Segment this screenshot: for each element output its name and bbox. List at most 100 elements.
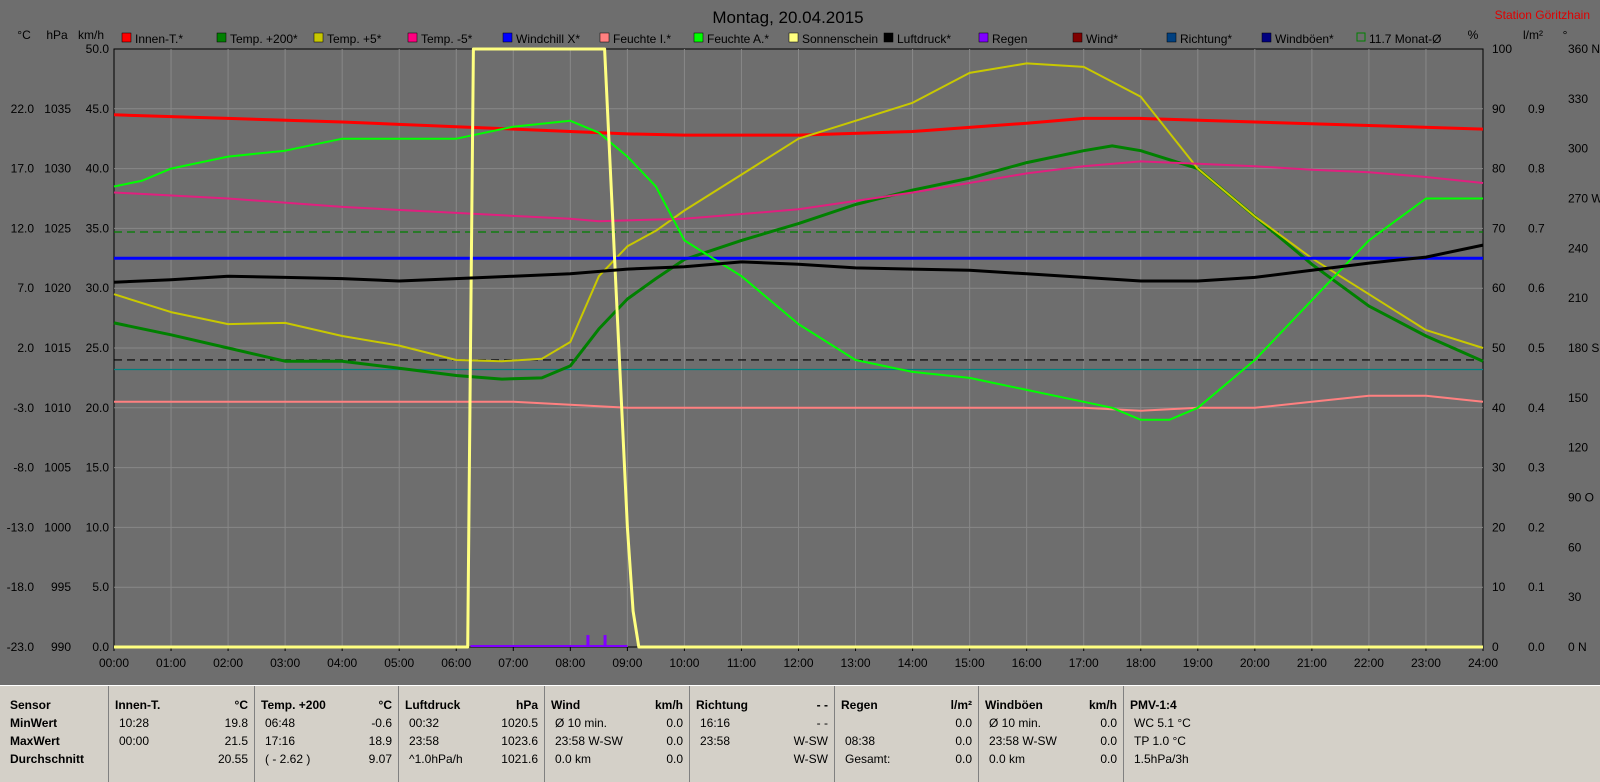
stats-value: 20.55 xyxy=(217,752,248,766)
stats-value: 1020.5 xyxy=(501,716,538,730)
stats-value-row: 20.55 xyxy=(115,750,248,768)
percent-tick-label: 60 xyxy=(1492,281,1506,295)
x-tick-label: 15:00 xyxy=(955,656,985,670)
stats-value-row: 00:00 21.5 xyxy=(115,732,248,750)
stats-value: 19.8 xyxy=(224,716,248,730)
stats-value: 21.5 xyxy=(224,734,248,748)
rain-bar xyxy=(603,635,607,647)
legend-swatch xyxy=(978,32,989,43)
stats-label-sensor: Sensor xyxy=(10,698,51,712)
stats-row-labels: Sensor MinWert MaxWert Durchschnitt xyxy=(0,686,108,782)
stats-column-header: Windböen km/h xyxy=(985,696,1117,714)
x-tick-label: 03:00 xyxy=(270,656,300,670)
stats-value: 18.9 xyxy=(368,734,392,748)
stats-column-regen: Regen l/m² 0.0 08:38 0.0 Gesamt: 0.0 xyxy=(834,686,978,782)
stats-value-label: 16:16 xyxy=(700,716,731,730)
stats-value: 0.0 xyxy=(1100,752,1117,766)
stats-column-windb-en: Windböen km/h Ø 10 min. 0.0 23:58 W-SW 0.0 0.0… xyxy=(978,686,1123,782)
stats-value: 1023.6 xyxy=(501,734,538,748)
stats-value: W-SW xyxy=(793,734,828,748)
percent-tick-label: 40 xyxy=(1492,401,1506,415)
percent-tick-label: 20 xyxy=(1492,520,1506,534)
stats-value-row: TP 1.0 °C xyxy=(1130,732,1267,750)
stats-value-label: 0.0 km xyxy=(555,752,592,766)
temp-tick-label: -13.0 xyxy=(7,520,35,534)
temp-tick-label: -3.0 xyxy=(13,401,34,415)
pressure-tick-label: 1025 xyxy=(44,221,71,235)
pressure-tick-label: 1030 xyxy=(44,162,71,176)
stats-value-row: W-SW xyxy=(696,750,828,768)
stats-value-label: Gesamt: xyxy=(845,752,891,766)
temp-tick-label: 7.0 xyxy=(17,281,34,295)
legend-swatch xyxy=(407,32,418,43)
x-tick-label: 05:00 xyxy=(384,656,414,670)
stats-value: 0.0 xyxy=(666,752,683,766)
rain-tick-label: 0.9 xyxy=(1528,102,1545,116)
stats-value-row: 23:58 W-SW xyxy=(696,732,828,750)
stats-column-unit: hPa xyxy=(515,698,538,712)
weather-chart: Montag, 20.04.2015 Station Göritzhain °C… xyxy=(0,0,1600,685)
stats-column-title: Richtung xyxy=(696,698,748,712)
stats-value-row: 0.0 xyxy=(841,714,972,732)
pressure-tick-label: 1000 xyxy=(44,520,71,534)
stats-value: - - xyxy=(816,716,828,730)
stats-value-row: 0.0 km 0.0 xyxy=(985,750,1117,768)
x-tick-label: 11:00 xyxy=(727,656,756,670)
legend-swatch xyxy=(693,32,704,43)
stats-value-label: 06:48 xyxy=(265,716,296,730)
stats-value-label: 23:58 xyxy=(409,734,440,748)
unit-percent: % xyxy=(1468,28,1479,42)
x-tick-label: 19:00 xyxy=(1183,656,1213,670)
pressure-tick-label: 1020 xyxy=(44,281,71,295)
speed-tick-label: 50.0 xyxy=(86,42,110,56)
legend-swatch xyxy=(883,32,894,43)
stats-column-unit: km/h xyxy=(1088,698,1117,712)
percent-tick-label: 50 xyxy=(1492,341,1506,355)
temp-tick-label: 12.0 xyxy=(11,221,35,235)
rain-tick-label: 0.7 xyxy=(1528,221,1545,235)
legend-swatch xyxy=(1166,32,1177,43)
percent-tick-label: 100 xyxy=(1492,42,1512,56)
stats-value-row: ( - 2.62 ) 9.07 xyxy=(261,750,392,768)
direction-tick-label: 180 S xyxy=(1568,341,1599,355)
stats-value: 0.0 xyxy=(666,734,683,748)
stats-column-header: Temp. +200 °C xyxy=(261,696,392,714)
legend-label: Wind* xyxy=(1086,32,1118,46)
unit-kmh: km/h xyxy=(78,28,104,42)
x-tick-label: 21:00 xyxy=(1297,656,1327,670)
legend-label: Temp. +5* xyxy=(327,32,382,46)
legend-swatch xyxy=(216,32,227,43)
station-name: Station Göritzhain xyxy=(1495,8,1590,22)
speed-tick-label: 20.0 xyxy=(86,401,110,415)
direction-tick-label: 60 xyxy=(1568,540,1582,554)
x-tick-label: 22:00 xyxy=(1354,656,1384,670)
stats-value: 0.0 xyxy=(1100,716,1117,730)
percent-tick-label: 0 xyxy=(1492,640,1499,654)
direction-tick-label: 300 xyxy=(1568,142,1588,156)
stats-value-row: 23:58 1023.6 xyxy=(405,732,538,750)
percent-tick-label: 70 xyxy=(1492,221,1506,235)
stats-column-unit: °C xyxy=(378,698,392,712)
legend-label: Sonnenschein xyxy=(802,32,878,46)
x-tick-label: 00:00 xyxy=(99,656,129,670)
legend-label: Feuchte A.* xyxy=(707,32,769,46)
temp-tick-label: -8.0 xyxy=(13,461,34,475)
pressure-tick-label: 1010 xyxy=(44,401,71,415)
stats-value-row: Ø 10 min. 0.0 xyxy=(985,714,1117,732)
stats-value-label: Ø 10 min. xyxy=(555,716,608,730)
legend-label: Windböen* xyxy=(1275,32,1334,46)
stats-label-avg: Durchschnitt xyxy=(10,752,85,766)
legend-label: Feuchte I.* xyxy=(613,32,671,46)
stats-value-row: 0.0 km 0.0 xyxy=(551,750,683,768)
stats-column-unit: - - xyxy=(816,698,828,712)
stats-label-min: MinWert xyxy=(10,716,58,730)
temp-tick-label: 22.0 xyxy=(11,102,35,116)
direction-tick-label: 150 xyxy=(1568,391,1588,405)
rain-tick-label: 0.8 xyxy=(1528,162,1545,176)
speed-tick-label: 35.0 xyxy=(86,221,110,235)
stats-value: 9.07 xyxy=(368,752,392,766)
rain-tick-label: 0.3 xyxy=(1528,461,1545,475)
speed-tick-label: 15.0 xyxy=(86,461,110,475)
stats-column-title: Temp. +200 xyxy=(261,698,326,712)
direction-tick-label: 240 xyxy=(1568,241,1588,255)
